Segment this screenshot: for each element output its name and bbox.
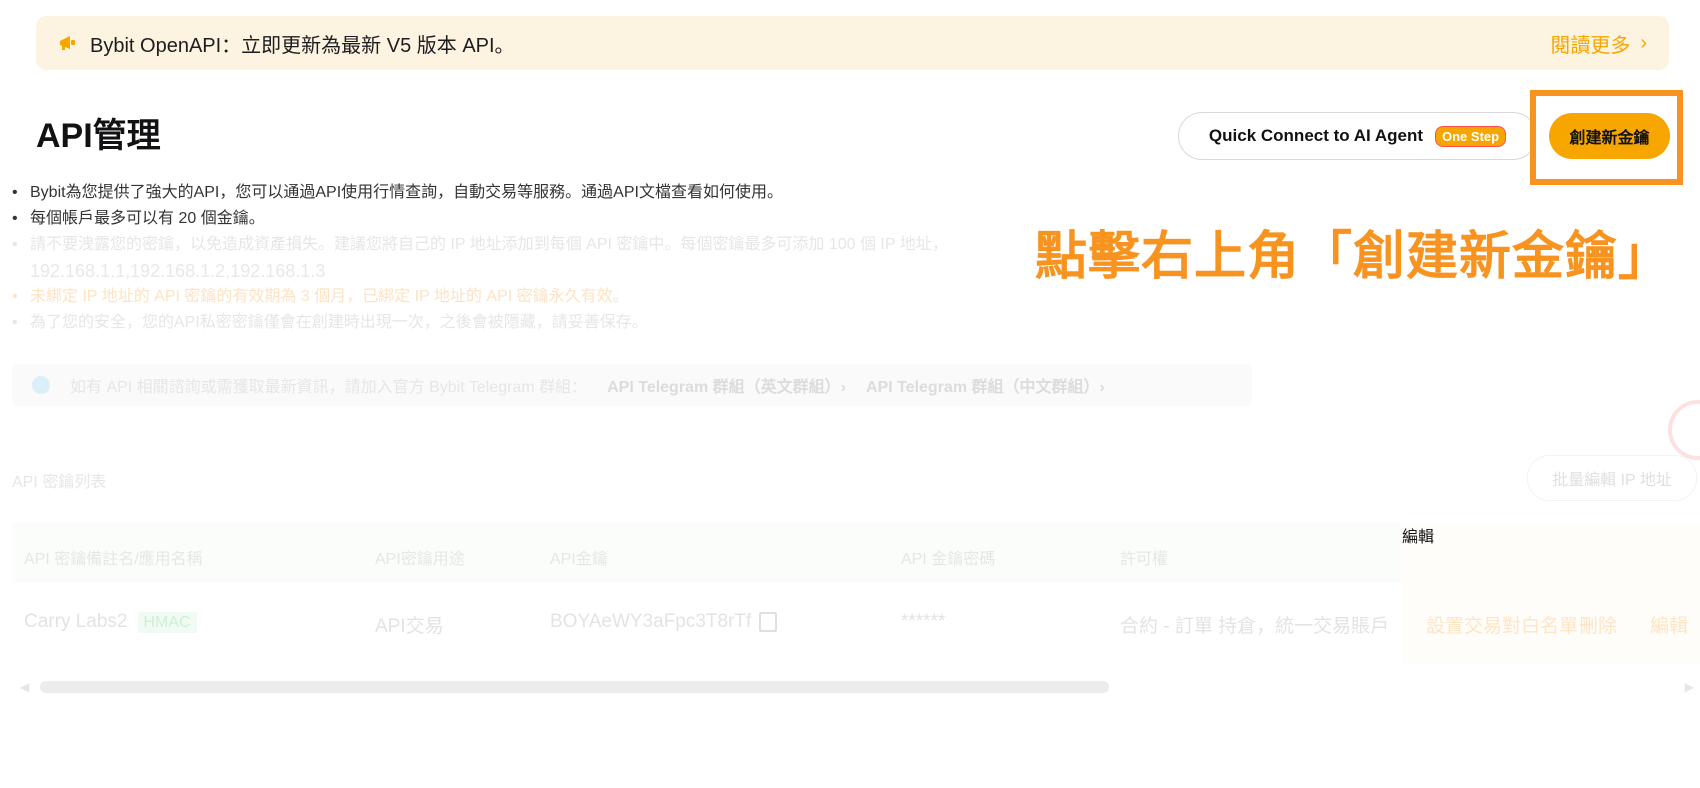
batch-edit-ip-button[interactable]: 批量編輯 IP 地址 xyxy=(1527,455,1697,501)
floating-helper-icon[interactable] xyxy=(1668,400,1700,460)
read-more-link[interactable]: 閱讀更多 › xyxy=(1550,29,1647,58)
key-name: Carry Labs2 xyxy=(24,611,128,632)
quick-connect-label: Quick Connect to AI Agent xyxy=(1208,126,1423,145)
telegram-icon xyxy=(32,376,50,394)
column-header: 許可權 xyxy=(1120,551,1169,568)
api-key-table: API 密鑰備註名/應用名稱 API密鑰用途 API金鑰 API 金鑰密碼 許可… xyxy=(12,523,1700,663)
api-secret: ****** xyxy=(901,611,946,632)
quick-connect-button[interactable]: Quick Connect to AI Agent One Step xyxy=(1178,112,1537,160)
one-step-badge: One Step xyxy=(1435,125,1507,147)
info-bullet: 未綁定 IP 地址的 API 密鑰的有效期為 3 個月，已綁定 IP 地址的 A… xyxy=(12,284,1242,310)
info-bullet: 為了您的安全，您的API私密密鑰僅會在創建時出現一次，之後會被隱藏，請妥善保存。 xyxy=(12,310,1242,336)
column-header: API 金鑰密碼 xyxy=(901,551,996,568)
column-header: API 密鑰備註名/應用名稱 xyxy=(24,551,203,568)
whitelist-action[interactable]: 設置交易對白名單 xyxy=(1426,611,1578,638)
column-header: 編輯 xyxy=(1402,529,1435,546)
delete-action[interactable]: 刪除 xyxy=(1579,611,1617,638)
api-key-value: BOYAeWY3aFpc3T8rTf xyxy=(550,611,752,632)
column-header: API金鑰 xyxy=(550,551,608,568)
info-bullet: Bybit為您提供了強大的API，您可以通過API使用行情查詢，自動交易等服務。… xyxy=(12,180,1242,206)
edit-column: 編輯 設置交易對白名單 刪除 編輯 xyxy=(1402,523,1700,663)
ip-example: 192.168.1.1,192.168.1.2,192.168.1.3 xyxy=(30,261,326,281)
api-key-cell: BOYAeWY3aFpc3T8rTf xyxy=(550,611,778,633)
telegram-bar: 如有 API 相關諮詢或需獲取最新資訊，請加入官方 Bybit Telegram… xyxy=(12,364,1252,406)
chevron-right-icon: › xyxy=(1640,31,1647,54)
telegram-text: 如有 API 相關諮詢或需獲取最新資訊，請加入官方 Bybit Telegram… xyxy=(70,379,588,396)
scroll-left-icon[interactable]: ◀ xyxy=(20,680,29,694)
telegram-link-zh[interactable]: API Telegram 群組（中文群組）› xyxy=(866,373,1105,397)
scrollbar-thumb[interactable] xyxy=(40,681,1109,693)
megaphone-icon xyxy=(60,36,75,50)
edit-action[interactable]: 編輯 xyxy=(1650,611,1688,638)
key-name-cell: Carry Labs2 HMAC xyxy=(24,611,197,633)
info-bullet: 每個帳戶最多可以有 20 個金鑰。 xyxy=(12,206,1242,232)
scroll-right-icon[interactable]: ▶ xyxy=(1685,680,1694,694)
copy-icon[interactable] xyxy=(759,611,778,632)
hmac-tag: HMAC xyxy=(137,612,197,633)
info-bullet: 請不要洩露您的密鑰，以免造成資產損失。建議您將自己的 IP 地址添加到每個 AP… xyxy=(12,232,1242,284)
create-new-key-button[interactable]: 創建新金鑰 xyxy=(1549,113,1670,159)
horizontal-scrollbar[interactable]: ◀ ▶ xyxy=(12,680,1700,694)
banner-message: Bybit OpenAPI：立即更新為最新 V5 版本 API。 xyxy=(90,34,515,57)
announcement-banner: Bybit OpenAPI：立即更新為最新 V5 版本 API。 閱讀更多 › xyxy=(36,16,1669,70)
key-usage: API交易 xyxy=(375,616,444,637)
info-bullet-text: 請不要洩露您的密鑰，以免造成資產損失。建議您將自己的 IP 地址添加到每個 AP… xyxy=(30,236,948,253)
info-bullets: Bybit為您提供了強大的API，您可以通過API使用行情查詢，自動交易等服務。… xyxy=(12,180,1242,336)
page-title: API管理 xyxy=(36,117,161,155)
read-more-label: 閱讀更多 xyxy=(1550,34,1631,57)
telegram-link-en[interactable]: API Telegram 群組（英文群組）› xyxy=(607,373,846,397)
column-header: API密鑰用途 xyxy=(375,551,465,568)
permissions: 合約 - 訂單 持倉，統一交易賬戶 xyxy=(1120,616,1390,637)
key-list-title: API 密鑰列表 xyxy=(12,474,107,491)
